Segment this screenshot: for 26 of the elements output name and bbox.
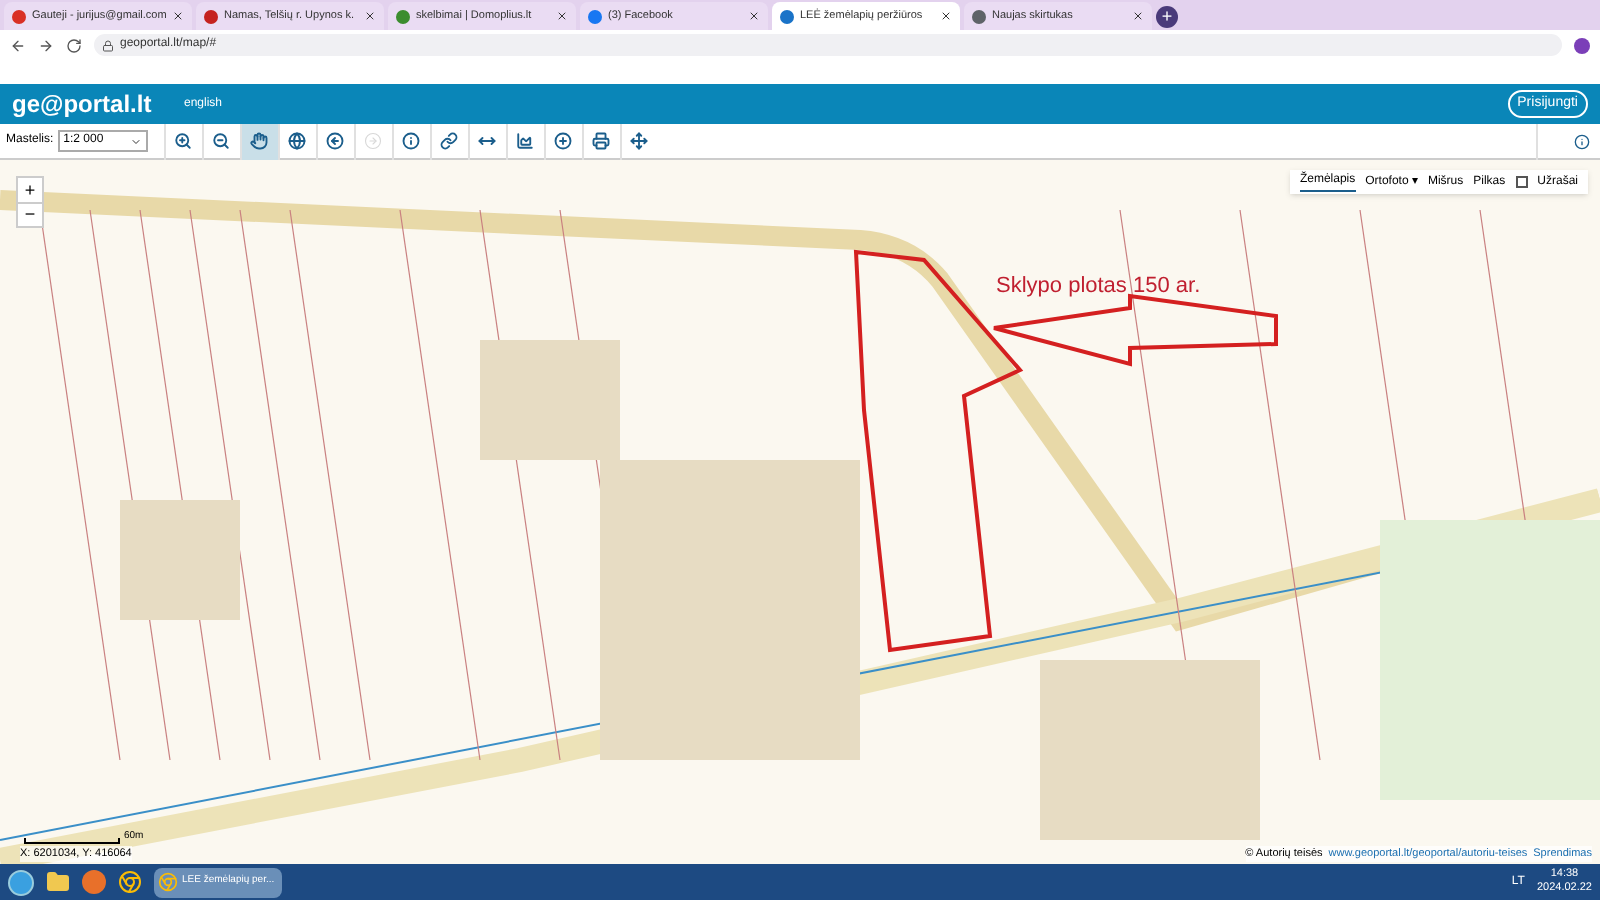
start-orb-icon[interactable] xyxy=(8,869,34,895)
chrome-icon[interactable] xyxy=(118,870,142,894)
annotation-text: Sklypo plotas 150 ar. xyxy=(996,272,1201,302)
info-icon[interactable] xyxy=(1574,133,1590,149)
close-icon[interactable] xyxy=(556,10,568,22)
profile-avatar[interactable] xyxy=(1574,37,1590,53)
new-tab-button[interactable]: + xyxy=(1156,6,1178,28)
labels-checkbox[interactable] xyxy=(1515,176,1528,188)
reload-icon[interactable] xyxy=(66,37,82,53)
folder-icon[interactable] xyxy=(46,870,70,894)
forward-icon[interactable] xyxy=(38,37,54,53)
scale-bar xyxy=(24,838,120,844)
close-icon[interactable] xyxy=(748,10,760,22)
zoom-in-button[interactable]: + xyxy=(18,178,42,202)
tool-button[interactable] xyxy=(239,123,278,159)
zoom-out-button[interactable]: − xyxy=(18,202,42,226)
site-logo[interactable]: ge@portal.lt xyxy=(12,86,172,122)
caret-icon xyxy=(129,135,142,147)
close-icon[interactable] xyxy=(940,10,952,22)
close-icon[interactable] xyxy=(364,10,376,22)
browser-orb-icon[interactable] xyxy=(82,870,106,894)
close-icon[interactable] xyxy=(1132,10,1144,22)
lock-icon xyxy=(102,39,114,51)
chrome-icon xyxy=(158,872,178,892)
back-icon[interactable] xyxy=(10,37,26,53)
close-icon[interactable] xyxy=(172,10,185,22)
